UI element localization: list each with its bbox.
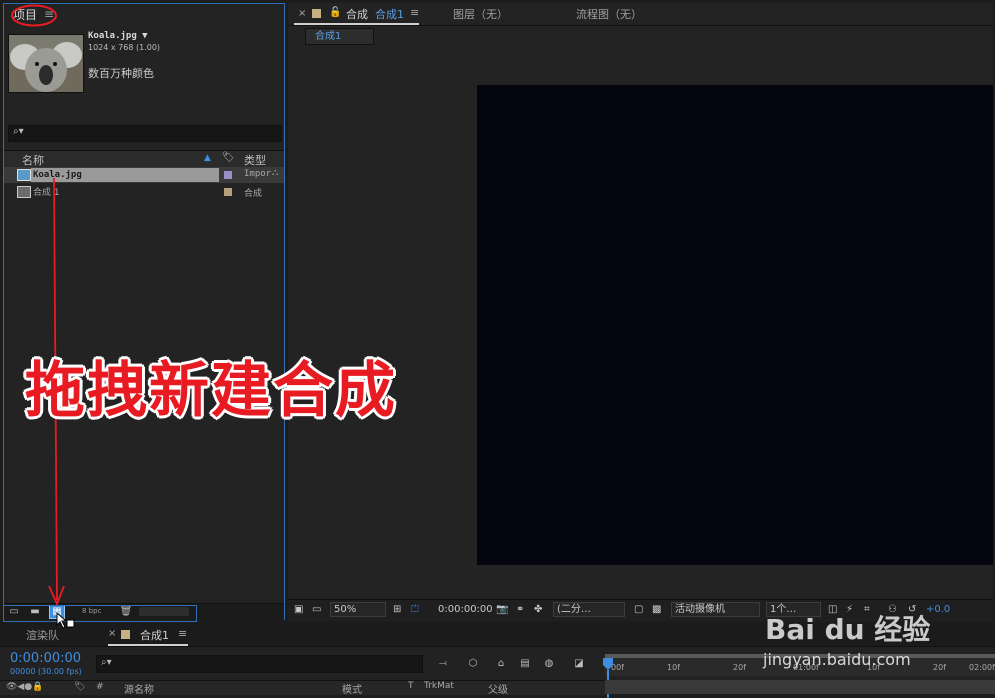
watermark-url: jingyan.baidu.com	[763, 650, 911, 669]
cursor-icon	[56, 612, 75, 629]
annotation-caption: 拖拽新建合成	[25, 356, 397, 426]
baidu-logo-watermark: Bai du 经验	[765, 613, 931, 646]
